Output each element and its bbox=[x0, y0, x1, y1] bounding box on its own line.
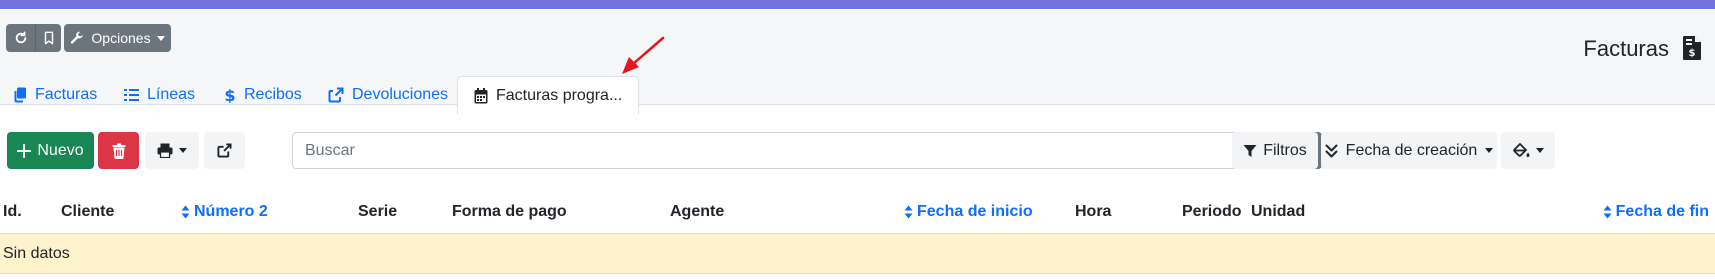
column-header-forma-de-pago: Forma de pago bbox=[452, 203, 567, 220]
share-square-icon bbox=[328, 87, 344, 103]
column-header-unidad: Unidad bbox=[1251, 203, 1306, 220]
column-header-serie: Serie bbox=[358, 203, 398, 220]
top-accent-bar bbox=[0, 0, 1715, 9]
column-header-periodo: Periodo bbox=[1182, 203, 1242, 220]
filters-button[interactable]: Filtros bbox=[1232, 132, 1318, 169]
column-header-numero-2[interactable]: Número 2 bbox=[181, 203, 268, 221]
wrench-icon bbox=[71, 31, 84, 44]
calendar-icon bbox=[474, 87, 488, 103]
sort-icon bbox=[1603, 205, 1612, 219]
empty-text: Sin datos bbox=[3, 244, 70, 262]
tab-label: Recibos bbox=[244, 86, 302, 103]
tab-lineas[interactable]: Líneas bbox=[124, 76, 195, 114]
delete-button[interactable] bbox=[98, 132, 139, 169]
tab-recibos[interactable]: $ Recibos bbox=[224, 76, 302, 114]
column-header-fecha-de-inicio[interactable]: Fecha de inicio bbox=[904, 203, 1033, 221]
refresh-icon bbox=[15, 31, 26, 44]
print-dropdown-button[interactable] bbox=[145, 132, 199, 169]
tab-label: Facturas progra... bbox=[496, 86, 623, 104]
printer-icon bbox=[157, 143, 173, 158]
refresh-button[interactable] bbox=[6, 24, 35, 52]
tab-devoluciones[interactable]: Devoluciones bbox=[328, 76, 448, 114]
page-header: Opciones Facturas $ Facturas Líneas $ Re… bbox=[0, 9, 1715, 115]
tab-label: Facturas bbox=[35, 86, 98, 103]
chevron-down-icon bbox=[156, 35, 165, 41]
color-dropdown-button[interactable] bbox=[1501, 132, 1555, 169]
external-link-icon bbox=[217, 143, 232, 158]
paint-bucket-icon bbox=[1512, 143, 1529, 157]
bookmark-icon bbox=[44, 31, 53, 45]
open-external-button[interactable] bbox=[204, 132, 245, 169]
sort-icon bbox=[904, 205, 913, 219]
new-button[interactable]: Nuevo bbox=[7, 132, 94, 169]
tab-label: Líneas bbox=[147, 86, 196, 103]
sort-order-dropdown[interactable]: Fecha de creación bbox=[1321, 132, 1497, 169]
plus-icon bbox=[17, 143, 32, 158]
column-header-hora: Hora bbox=[1075, 203, 1112, 220]
options-label: Opciones bbox=[91, 30, 151, 46]
column-header-agente: Agente bbox=[670, 203, 725, 220]
chevron-down-icon bbox=[179, 148, 187, 153]
copy-icon bbox=[14, 87, 26, 103]
filter-icon bbox=[1243, 144, 1257, 157]
sort-icon bbox=[181, 205, 190, 219]
svg-text:$: $ bbox=[224, 87, 235, 103]
page-title: Facturas bbox=[1583, 36, 1669, 61]
tab-facturas[interactable]: Facturas bbox=[13, 76, 97, 114]
tab-label: Devoluciones bbox=[352, 86, 449, 103]
filters-label: Filtros bbox=[1263, 141, 1307, 159]
options-dropdown-button[interactable]: Opciones bbox=[64, 24, 171, 52]
svg-text:$: $ bbox=[1689, 48, 1696, 59]
search-input[interactable] bbox=[292, 132, 1281, 169]
empty-table-row: Sin datos bbox=[0, 233, 1715, 274]
column-header-fecha-de-fin[interactable]: Fecha de fin bbox=[1603, 203, 1709, 221]
list-icon bbox=[124, 89, 139, 101]
new-label: Nuevo bbox=[37, 141, 84, 159]
trash-icon bbox=[112, 143, 125, 159]
invoice-dollar-icon: $ bbox=[1683, 36, 1701, 60]
tab-facturas-programadas[interactable]: Facturas progra... bbox=[457, 76, 640, 115]
sort-order-label: Fecha de creación bbox=[1345, 141, 1478, 159]
column-header-cliente: Cliente bbox=[61, 203, 115, 220]
column-header-id: Id. bbox=[3, 203, 22, 220]
dollar-icon: $ bbox=[224, 87, 235, 103]
double-chevron-down-icon bbox=[1325, 144, 1338, 157]
bookmark-button[interactable] bbox=[35, 24, 61, 52]
chevron-down-icon bbox=[1535, 148, 1544, 153]
chevron-down-icon bbox=[1485, 148, 1494, 153]
